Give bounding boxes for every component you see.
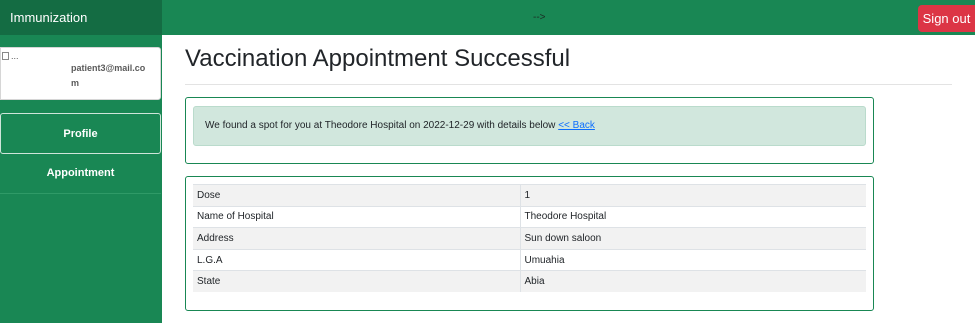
- row-label: State: [193, 270, 520, 293]
- details-panel: Dose 1 Name of Hospital Theodore Hospita…: [185, 176, 874, 311]
- row-value: Theodore Hospital: [519, 205, 866, 228]
- table-row: Name of Hospital Theodore Hospital: [193, 205, 866, 228]
- sign-out-button[interactable]: Sign out: [918, 5, 975, 32]
- avatar-alt-text: ...: [11, 51, 19, 61]
- sidebar-item-profile[interactable]: Profile: [0, 113, 161, 154]
- brand-title[interactable]: Immunization: [0, 0, 162, 35]
- top-navbar: Immunization --> Sign out: [0, 0, 975, 35]
- broken-image-icon: [2, 52, 9, 60]
- sidebar-item-appointment[interactable]: Appointment: [0, 153, 161, 194]
- row-value: Umuahia: [519, 248, 866, 271]
- sidebar: ... patient3@mail.com Profile Appointmen…: [0, 35, 162, 323]
- table-row: Dose 1: [193, 184, 866, 207]
- appointment-details-table: Dose 1 Name of Hospital Theodore Hospita…: [193, 184, 866, 293]
- alert-message: We found a spot for you at Theodore Hosp…: [205, 120, 556, 131]
- row-value: Sun down saloon: [519, 227, 866, 250]
- row-label: Name of Hospital: [193, 205, 520, 228]
- row-label: L.G.A: [193, 248, 520, 271]
- row-label: Dose: [193, 184, 520, 207]
- row-value: Abia: [519, 270, 866, 293]
- table-row: State Abia: [193, 270, 866, 293]
- navbar-stray-text: -->: [533, 12, 546, 23]
- user-card: ... patient3@mail.com: [0, 47, 161, 100]
- row-label: Address: [193, 227, 520, 250]
- success-alert: We found a spot for you at Theodore Hosp…: [193, 106, 866, 146]
- title-divider: [185, 84, 952, 85]
- alert-panel: We found a spot for you at Theodore Hosp…: [185, 97, 874, 164]
- row-value: 1: [519, 184, 866, 207]
- avatar: ...: [2, 50, 24, 62]
- page-title: Vaccination Appointment Successful: [185, 45, 571, 72]
- table-row: L.G.A Umuahia: [193, 248, 866, 271]
- table-row: Address Sun down saloon: [193, 227, 866, 250]
- user-email: patient3@mail.com: [71, 63, 146, 88]
- back-link[interactable]: << Back: [558, 120, 595, 131]
